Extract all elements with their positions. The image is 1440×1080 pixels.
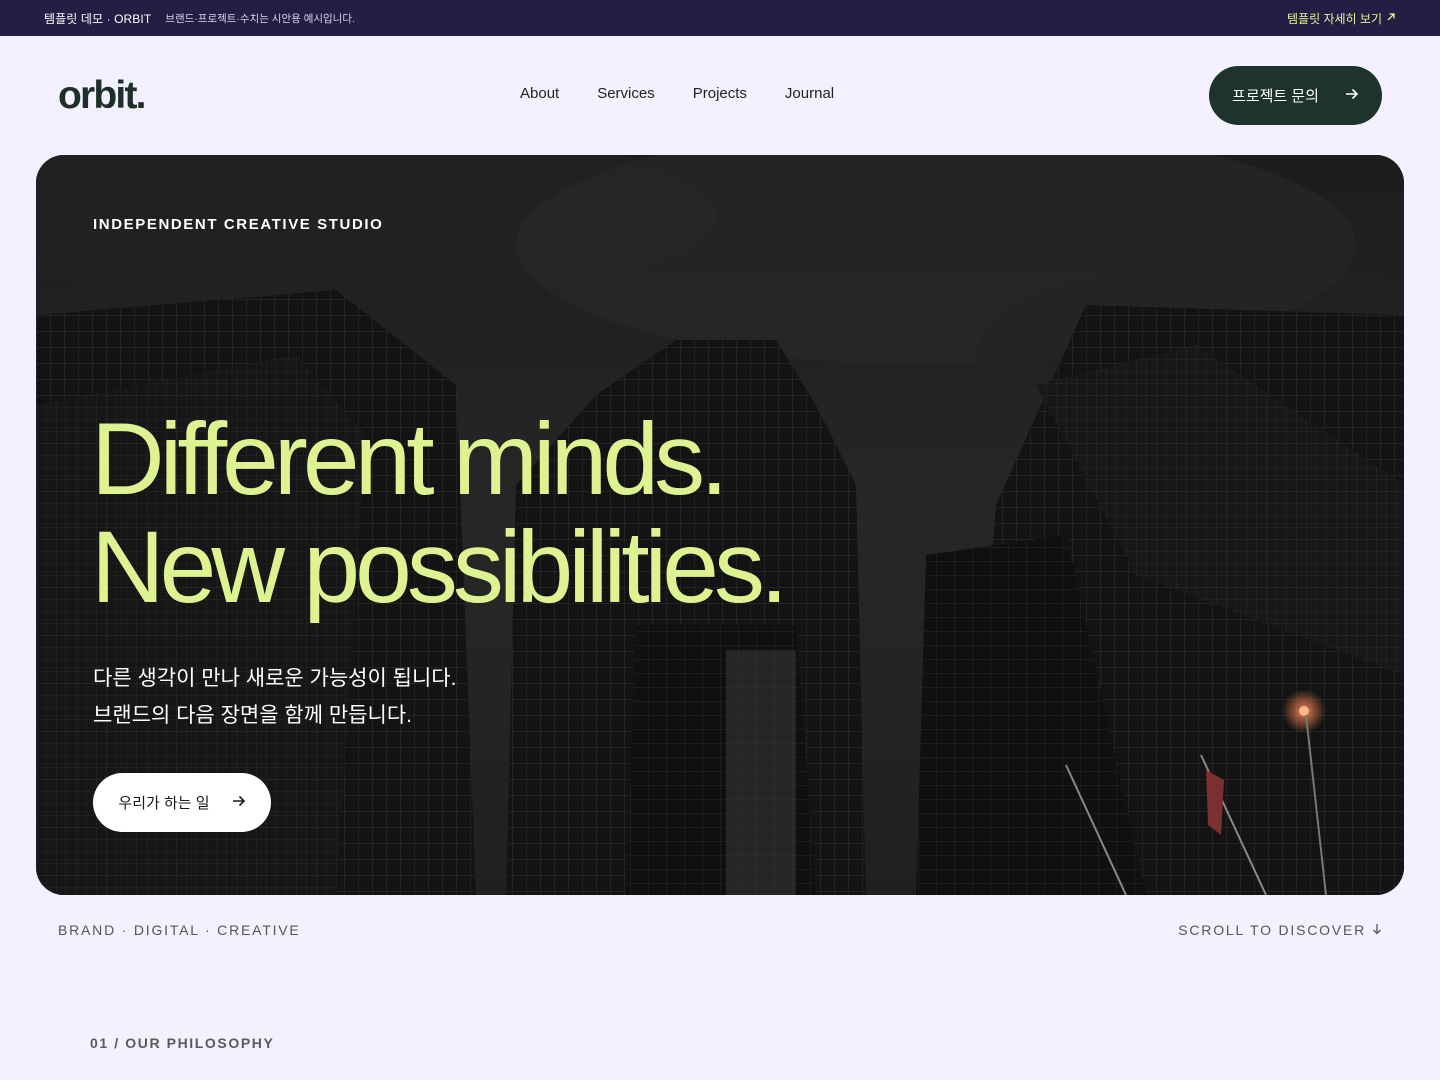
hero-eyebrow: INDEPENDENT CREATIVE STUDIO [93,216,384,233]
project-inquiry-button[interactable]: 프로젝트 문의 [1209,66,1382,125]
nav-journal[interactable]: Journal [785,85,834,102]
template-details-label: 템플릿 자세히 보기 [1287,11,1382,26]
arrow-up-right-icon [1386,11,1396,25]
hero-subtitle: 다른 생각이 만나 새로운 가능성이 됩니다. 브랜드의 다음 장면을 함께 만… [93,660,456,734]
nav-projects[interactable]: Projects [693,85,747,102]
nav-about[interactable]: About [520,85,559,102]
brand-tagline: BRAND · DIGITAL · CREATIVE [58,922,301,938]
hero-subtitle-line-1: 다른 생각이 만나 새로운 가능성이 됩니다. [93,667,457,690]
hero-section: INDEPENDENT CREATIVE STUDIO Different mi… [36,155,1404,895]
top-banner-left: 템플릿 데모 · ORBIT 브랜드·프로젝트·수치는 시안용 예시입니다. [44,10,355,27]
template-details-link[interactable]: 템플릿 자세히 보기 [1287,10,1396,27]
main-nav: About Services Projects Journal [520,85,834,102]
template-brand: 템플릿 데모 · ORBIT [44,11,152,26]
site-header: orbit. About Services Projects Journal 프… [0,36,1440,155]
scroll-label: SCROLL TO DISCOVER [1178,922,1366,938]
top-banner: 템플릿 데모 · ORBIT 브랜드·프로젝트·수치는 시안용 예시입니다. 템… [0,0,1440,36]
logo[interactable]: orbit. [58,74,146,118]
template-note: 브랜드·프로젝트·수치는 시안용 예시입니다. [165,12,355,25]
hero-subtitle-line-2: 브랜드의 다음 장면을 함께 만듭니다. [93,704,412,727]
what-we-do-label: 우리가 하는 일 [118,795,210,812]
hero-headline-line-1: Different minds. [91,402,728,516]
hero-headline-line-2: New possibilities. [91,510,788,624]
section-label-philosophy: 01 / OUR PHILOSOPHY [90,1035,275,1051]
arrow-right-icon [1345,87,1359,104]
scroll-to-discover[interactable]: SCROLL TO DISCOVER [1178,922,1382,938]
arrow-down-icon [1372,922,1382,938]
arrow-right-icon [232,794,246,811]
what-we-do-button[interactable]: 우리가 하는 일 [93,773,271,832]
nav-services[interactable]: Services [597,85,655,102]
hero-headline: Different minds. New possibilities. [91,402,788,624]
project-inquiry-label: 프로젝트 문의 [1232,88,1319,105]
